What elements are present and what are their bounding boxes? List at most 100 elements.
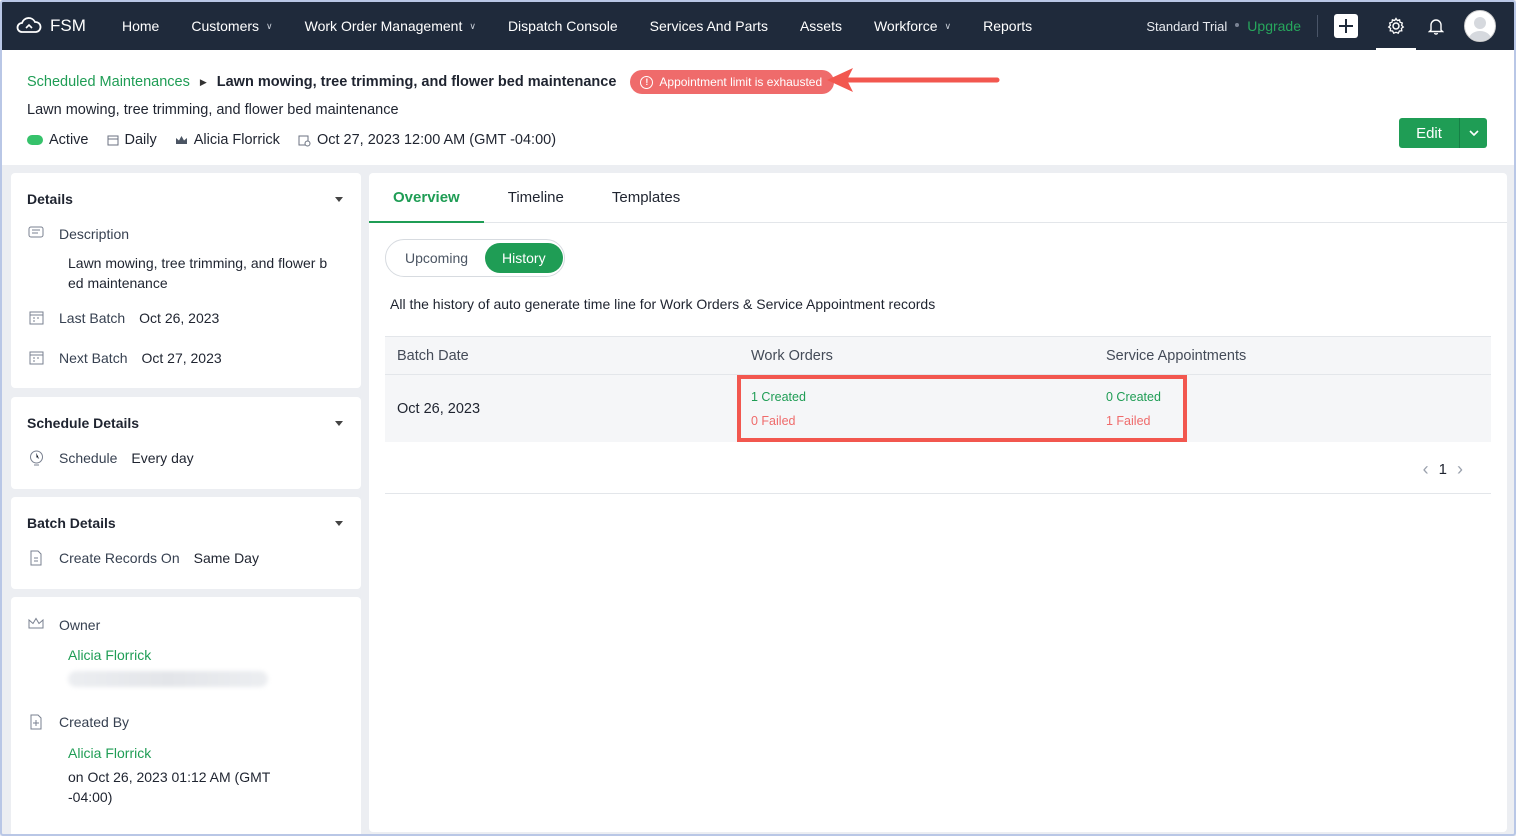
last-batch-label: Last Batch (59, 310, 126, 326)
schedule-datetime: Oct 27, 2023 12:00 AM (GMT -04:00) (298, 132, 556, 148)
description-value: Lawn mowing, tree trimming, and flower b… (68, 253, 327, 293)
alert-text: Appointment limit is exhausted (659, 75, 823, 89)
collapse-caret-icon[interactable] (335, 521, 343, 526)
nav-workforce[interactable]: Workforce ∨ (858, 2, 967, 50)
column-header-work-orders: Work Orders (751, 347, 833, 364)
owner: Alicia Florrick (175, 132, 280, 148)
description-line: ed maintenance (68, 275, 168, 291)
nav-label: Home (122, 18, 160, 34)
caret-right-icon: ▶ (199, 76, 207, 87)
chevron-down-icon (1468, 130, 1479, 136)
create-records-label: Create Records On (59, 550, 180, 566)
description-label: Description (59, 226, 130, 242)
schedule-label: Schedule (59, 450, 118, 466)
created-on-line: on Oct 26, 2023 01:12 AM (GMT (68, 769, 271, 785)
details-card: Details Description Lawn mowing, tree tr… (11, 173, 361, 388)
breadcrumb-parent-link[interactable]: Scheduled Maintenances (27, 74, 190, 90)
crown-icon (175, 135, 187, 144)
upcoming-toggle[interactable]: Upcoming (388, 243, 485, 273)
owner-link[interactable]: Alicia Florrick (68, 645, 151, 665)
fsm-logo-icon (16, 17, 42, 33)
tab-bar: Overview Timeline Templates (369, 173, 1507, 223)
nav-assets[interactable]: Assets (784, 2, 858, 50)
bell-icon (1428, 19, 1444, 35)
history-table: Batch Date Work Orders Service Appointme… (385, 336, 1491, 442)
owner-name: Alicia Florrick (193, 132, 280, 148)
add-button[interactable] (1334, 14, 1358, 38)
nav-dispatch-console[interactable]: Dispatch Console (492, 2, 634, 50)
alert-icon: ! (640, 75, 654, 89)
tab-overview[interactable]: Overview (369, 173, 484, 223)
create-records-field: Create Records On Same Day (27, 550, 259, 566)
nav-label: Workforce (873, 18, 938, 34)
schedule-value: Every day (131, 450, 194, 466)
appointment-limit-alert: ! Appointment limit is exhausted (630, 70, 835, 94)
nav-label: Dispatch Console (507, 18, 618, 34)
redacted-email (68, 671, 268, 687)
tab-templates[interactable]: Templates (588, 173, 704, 222)
settings-button[interactable] (1376, 2, 1416, 50)
history-description: All the history of auto generate time li… (390, 296, 936, 312)
pagination: ‹ 1 › (1413, 459, 1473, 480)
column-header-service-appointments: Service Appointments (1106, 347, 1247, 364)
chevron-down-icon: ∨ (266, 20, 273, 31)
tab-timeline[interactable]: Timeline (484, 173, 588, 222)
annotation-arrow (827, 68, 1000, 92)
nav-home[interactable]: Home (106, 2, 175, 50)
next-batch-label: Next Batch (59, 350, 128, 366)
chevron-down-icon: ∨ (944, 20, 952, 31)
nav-right: Standard Trial Upgrade (1146, 2, 1514, 50)
upgrade-link[interactable]: Upgrade (1247, 18, 1301, 34)
previous-page-icon[interactable]: ‹ (1423, 459, 1429, 480)
document-add-icon (27, 714, 45, 730)
batch-details-title: Batch Details (27, 515, 116, 531)
calendar-icon (107, 135, 118, 146)
annotation-highlight-box (737, 375, 1187, 442)
description-line: Lawn mowing, tree trimming, and flower b (68, 255, 328, 271)
datetime-label: Oct 27, 2023 12:00 AM (GMT -04:00) (316, 132, 557, 148)
batch-details-card: Batch Details Create Records On Same Day (11, 497, 361, 589)
record-header: Scheduled Maintenances ▶ Lawn mowing, tr… (2, 50, 1514, 165)
table-row: Oct 26, 2023 1 Created 0 Failed 0 Create… (385, 375, 1491, 442)
collapse-caret-icon[interactable] (335, 197, 343, 202)
plus-icon (1339, 19, 1353, 33)
main-panel: Overview Timeline Templates Upcoming His… (369, 173, 1507, 832)
column-header-batch-date: Batch Date (397, 347, 469, 364)
edit-more-button[interactable] (1459, 118, 1487, 148)
nav-customers[interactable]: Customers ∨ (175, 2, 288, 50)
logo[interactable]: FSM (16, 16, 106, 36)
next-batch-field: Next Batch Oct 27, 2023 (27, 350, 222, 366)
notifications-button[interactable] (1416, 2, 1456, 50)
batch-date-cell: Oct 26, 2023 (397, 400, 481, 417)
history-toggle[interactable]: History (485, 243, 563, 273)
nav-label: Reports (983, 18, 1033, 34)
calendar-icon (27, 310, 45, 325)
breadcrumb-current: Lawn mowing, tree trimming, and flower b… (216, 74, 617, 90)
nav-items: Home Customers ∨ Work Order Management ∨ D… (106, 2, 1048, 50)
created-by-link[interactable]: Alicia Florrick (68, 743, 151, 763)
nav-label: Assets (799, 18, 842, 34)
edit-button[interactable]: Edit (1399, 118, 1459, 148)
crown-icon (27, 617, 45, 630)
chevron-down-icon: ∨ (469, 20, 476, 31)
nav-services-and-parts[interactable]: Services And Parts (634, 2, 784, 50)
next-page-icon[interactable]: › (1457, 459, 1463, 480)
avatar[interactable] (1464, 10, 1496, 42)
calendar-clock-icon (298, 135, 311, 146)
last-batch-field: Last Batch Oct 26, 2023 (27, 310, 219, 326)
schedule-details-card: Schedule Details Schedule Every day (11, 397, 361, 489)
created-on: on Oct 26, 2023 01:12 AM (GMT -04:00) (68, 767, 270, 807)
collapse-caret-icon[interactable] (335, 421, 343, 426)
frequency: Daily (107, 132, 157, 148)
nav-work-order-management[interactable]: Work Order Management ∨ (289, 2, 492, 50)
create-records-value: Same Day (193, 550, 259, 566)
divider (1317, 15, 1318, 37)
nav-reports[interactable]: Reports (967, 2, 1048, 50)
breadcrumb: Scheduled Maintenances ▶ Lawn mowing, tr… (27, 70, 835, 94)
description-icon (27, 226, 45, 240)
status-label: Active (49, 132, 89, 148)
clock-icon (27, 450, 45, 466)
plan-label: Standard Trial (1146, 18, 1228, 34)
description-field: Description (27, 226, 129, 242)
nav-label: Customers (191, 18, 260, 34)
